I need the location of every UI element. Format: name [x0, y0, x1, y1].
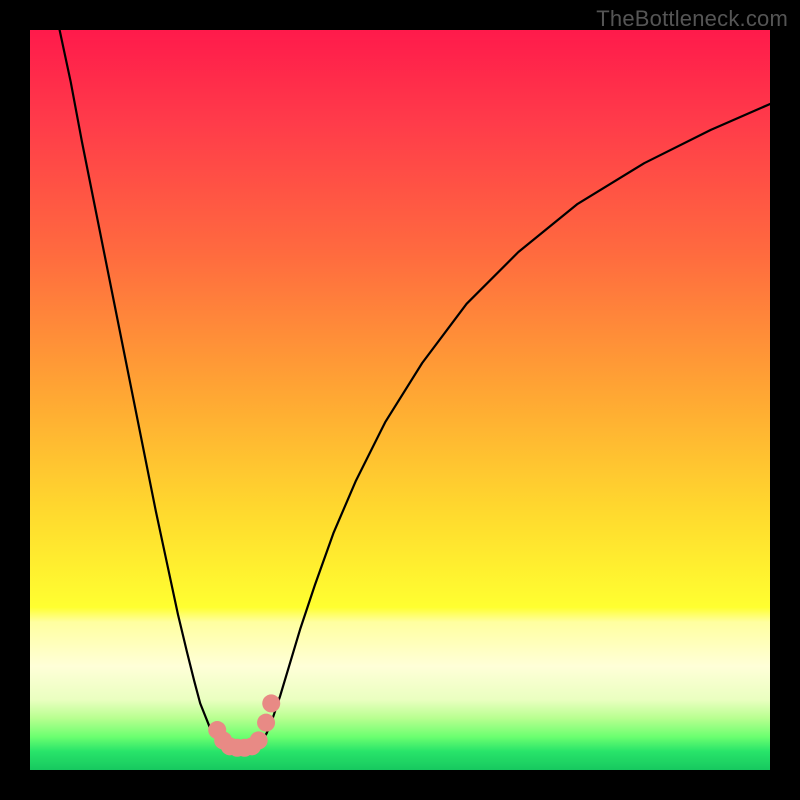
watermark-text: TheBottleneck.com [596, 6, 788, 32]
outer-frame: TheBottleneck.com [0, 0, 800, 800]
bottleneck-chart [30, 30, 770, 770]
valley-marker [262, 694, 280, 712]
plot-area [30, 30, 770, 770]
valley-marker [250, 731, 268, 749]
valley-marker [257, 714, 275, 732]
